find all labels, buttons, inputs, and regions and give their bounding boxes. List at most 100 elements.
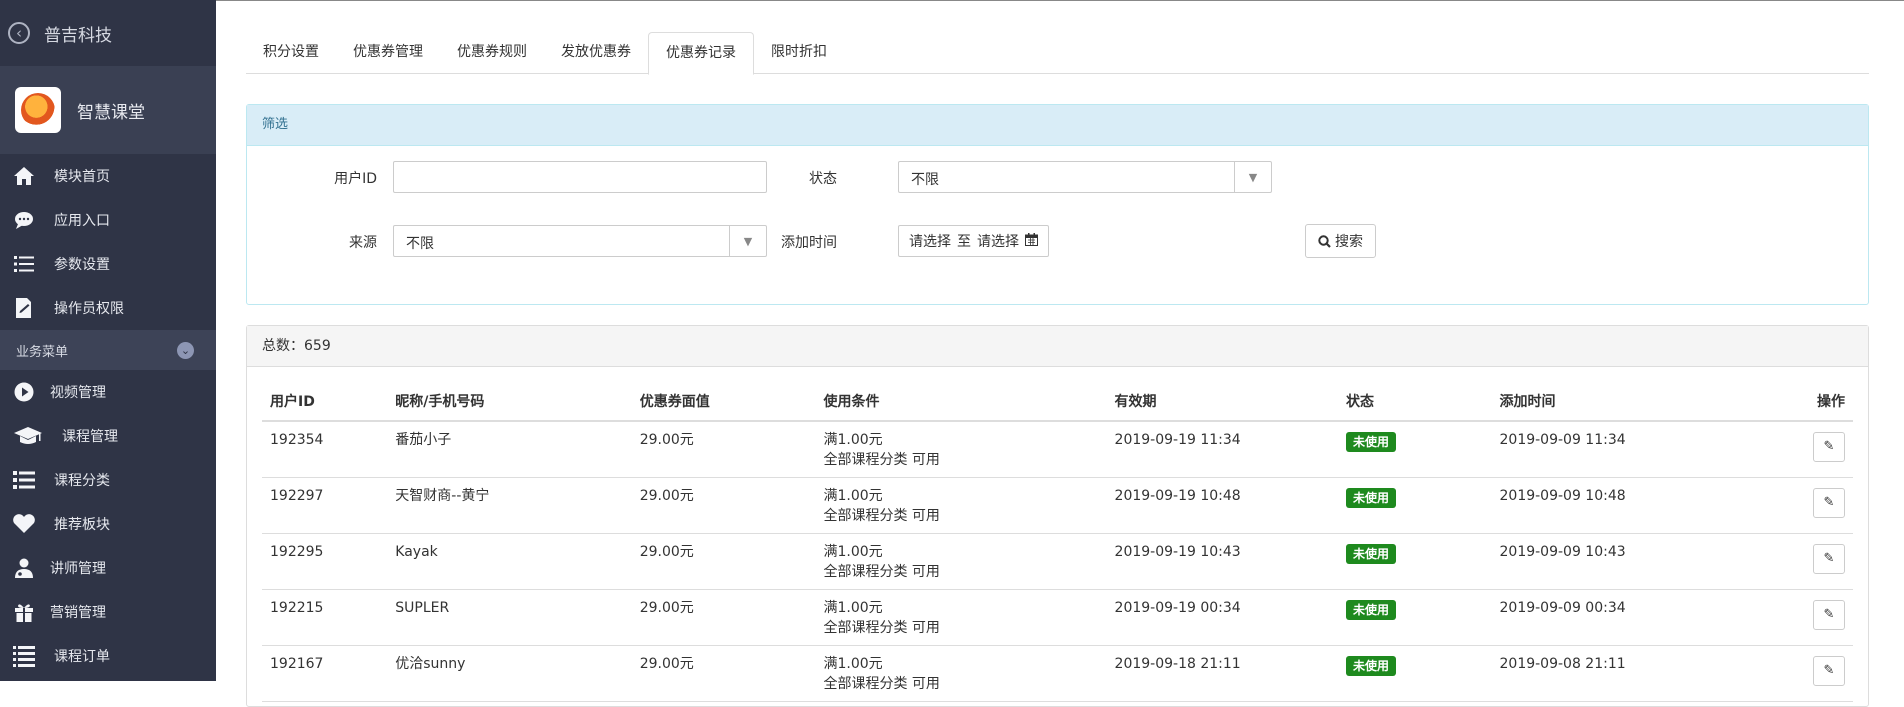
sidebar-item-settings[interactable]: 参数设置 bbox=[0, 242, 216, 286]
sidebar-item-video[interactable]: 视频管理 bbox=[0, 370, 216, 414]
cell-coupon-value: 29.00元 bbox=[631, 645, 816, 702]
edit-button[interactable]: ✎ bbox=[1813, 432, 1845, 462]
tab-limited-discount[interactable]: 限时折扣 bbox=[754, 32, 844, 72]
total-count: 总数：659 bbox=[247, 326, 1868, 367]
back-arrow-icon[interactable]: ‹ bbox=[8, 22, 30, 44]
search-button[interactable]: 搜索 bbox=[1305, 224, 1376, 258]
tab-coupon-management[interactable]: 优惠券管理 bbox=[336, 32, 440, 72]
records-panel: 总数：659 用户ID 昵称/手机号码 优惠券面值 使用条件 有效期 状态 添加… bbox=[246, 325, 1869, 707]
search-button-label: 搜索 bbox=[1335, 234, 1363, 250]
cell-coupon-value: 29.00元 bbox=[631, 589, 816, 646]
records-table: 用户ID 昵称/手机号码 优惠券面值 使用条件 有效期 状态 添加时间 操作 1… bbox=[262, 382, 1853, 702]
tab-coupon-rules[interactable]: 优惠券规则 bbox=[440, 32, 544, 72]
cell-user-id: 192354 bbox=[262, 421, 388, 478]
edit-button[interactable]: ✎ bbox=[1813, 487, 1845, 518]
cell-user-id: 192167 bbox=[262, 645, 388, 702]
sidebar-item-label: 推荐板块 bbox=[54, 517, 110, 533]
condition-amount: 满1.00元 bbox=[823, 599, 883, 616]
condition-scope: 全部课程分类 可用 bbox=[823, 675, 940, 692]
sidebar-item-teacher[interactable]: 讲师管理 bbox=[0, 546, 216, 590]
order-list-icon bbox=[12, 644, 36, 668]
sidebar-item-recommend[interactable]: 推荐板块 bbox=[0, 502, 216, 546]
col-add-time: 添加时间 bbox=[1491, 382, 1805, 422]
sidebar-item-course-orders[interactable]: 课程订单 bbox=[0, 634, 216, 678]
condition-scope: 全部课程分类 可用 bbox=[823, 507, 940, 524]
date-range-picker[interactable]: 请选择 至 请选择 bbox=[898, 225, 1049, 257]
user-id-label: 用户ID bbox=[334, 171, 377, 187]
col-user-id: 用户ID bbox=[262, 382, 388, 422]
condition-scope: 全部课程分类 可用 bbox=[823, 563, 940, 580]
chat-bubble-icon bbox=[12, 208, 36, 232]
permission-doc-icon bbox=[12, 296, 36, 320]
status-select-value: 不限 bbox=[911, 172, 939, 188]
settings-list-icon bbox=[12, 252, 36, 276]
status-badge: 未使用 bbox=[1345, 655, 1396, 676]
cell-condition: 满1.00元全部课程分类 可用 bbox=[815, 477, 1107, 534]
sidebar-section-business[interactable]: 业务菜单 ⌄ bbox=[0, 330, 216, 370]
table-row: 192297 天智财商--黄宁 29.00元 满1.00元 全部课程分类 可用 2… bbox=[262, 477, 1853, 534]
heart-icon bbox=[12, 512, 36, 536]
condition-amount: 满1.00元 bbox=[823, 543, 883, 560]
sidebar-item-marketing[interactable]: 营销管理 bbox=[0, 590, 216, 634]
cell-validity: 2019-09-18 21:11 bbox=[1106, 645, 1338, 702]
filter-panel: 筛选 用户ID 状态 不限 ▼ 来源 不限 ▼ 添加时间 请选择 至 请选择 搜… bbox=[246, 104, 1869, 305]
source-label: 来源 bbox=[349, 235, 377, 251]
status-label: 状态 bbox=[809, 171, 837, 187]
source-select-value: 不限 bbox=[406, 236, 434, 252]
sidebar-item-home[interactable]: 模块首页 bbox=[0, 154, 216, 198]
sidebar-item-operator-permission[interactable]: 操作员权限 bbox=[0, 286, 216, 330]
cell-status: 未使用 bbox=[1337, 533, 1492, 590]
col-actions: 操作 bbox=[1805, 382, 1853, 422]
chevron-down-icon[interactable]: ⌄ bbox=[177, 342, 194, 359]
tab-points-settings[interactable]: 积分设置 bbox=[246, 32, 336, 72]
add-time-label: 添加时间 bbox=[781, 235, 837, 251]
edit-button[interactable]: ✎ bbox=[1813, 655, 1845, 686]
condition-amount: 满1.00元 bbox=[823, 487, 883, 504]
cell-user-id: 192297 bbox=[262, 477, 388, 534]
cell-actions: ✎ bbox=[1805, 645, 1853, 702]
play-icon bbox=[12, 380, 36, 404]
search-icon bbox=[1318, 234, 1331, 248]
status-select[interactable]: 不限 ▼ bbox=[898, 161, 1272, 193]
filter-heading: 筛选 bbox=[247, 105, 1868, 146]
condition-scope: 全部课程分类 可用 bbox=[823, 452, 940, 468]
condition-amount: 满1.00元 bbox=[823, 655, 883, 672]
source-select[interactable]: 不限 ▼ bbox=[393, 225, 767, 257]
sidebar-item-label: 营销管理 bbox=[50, 605, 106, 621]
cell-add-time: 2019-09-09 00:34 bbox=[1491, 589, 1805, 646]
cell-user-id: 192295 bbox=[262, 533, 388, 590]
graduation-cap-icon bbox=[12, 424, 44, 448]
pencil-icon: ✎ bbox=[1823, 662, 1835, 678]
cell-add-time: 2019-09-09 11:34 bbox=[1491, 421, 1805, 478]
sidebar-item-course-category[interactable]: 课程分类 bbox=[0, 458, 216, 502]
cell-coupon-value: 29.00元 bbox=[631, 477, 816, 534]
pencil-icon: ✎ bbox=[1823, 606, 1835, 622]
calendar-icon bbox=[1025, 232, 1038, 250]
sidebar-item-label: 讲师管理 bbox=[50, 561, 106, 577]
table-row: 192215 SUPLER 29.00元 满1.00元 全部课程分类 可用 201… bbox=[262, 589, 1853, 646]
teacher-icon bbox=[12, 556, 36, 580]
condition-scope: 全部课程分类 可用 bbox=[823, 619, 940, 636]
sidebar-menu-top: 模块首页 应用入口 参数设置 操作员权限 bbox=[0, 154, 216, 330]
company-name: 普吉科技 bbox=[44, 25, 112, 46]
cell-user-id: 192215 bbox=[262, 589, 388, 646]
cell-nickname: 番茄小子 bbox=[387, 421, 632, 478]
date-separator: 至 bbox=[957, 234, 971, 250]
date-end: 请选择 bbox=[977, 234, 1019, 250]
tab-issue-coupon[interactable]: 发放优惠券 bbox=[544, 32, 648, 72]
sidebar-item-label: 视频管理 bbox=[50, 385, 106, 401]
col-status: 状态 bbox=[1337, 382, 1492, 422]
cell-condition: 满1.00元全部课程分类 可用 bbox=[815, 589, 1107, 646]
sidebar-item-app-entry[interactable]: 应用入口 bbox=[0, 198, 216, 242]
edit-button[interactable]: ✎ bbox=[1813, 599, 1845, 630]
edit-button[interactable]: ✎ bbox=[1813, 543, 1845, 574]
sidebar-menu-business: 视频管理 课程管理 课程分类 推荐板块 讲师管理 营销管理 课程订单 bbox=[0, 370, 216, 678]
cell-nickname: 优洽sunny bbox=[387, 645, 632, 702]
user-id-input[interactable] bbox=[393, 161, 767, 193]
sidebar-item-course[interactable]: 课程管理 bbox=[0, 414, 216, 458]
pencil-icon: ✎ bbox=[1823, 494, 1835, 510]
table-row: 192295 Kayak 29.00元 满1.00元 全部课程分类 可用 2019… bbox=[262, 533, 1853, 590]
sidebar-item-label: 课程管理 bbox=[62, 429, 118, 445]
tab-coupon-records[interactable]: 优惠券记录 bbox=[648, 32, 754, 75]
cell-condition: 满1.00元全部课程分类 可用 bbox=[815, 533, 1107, 590]
